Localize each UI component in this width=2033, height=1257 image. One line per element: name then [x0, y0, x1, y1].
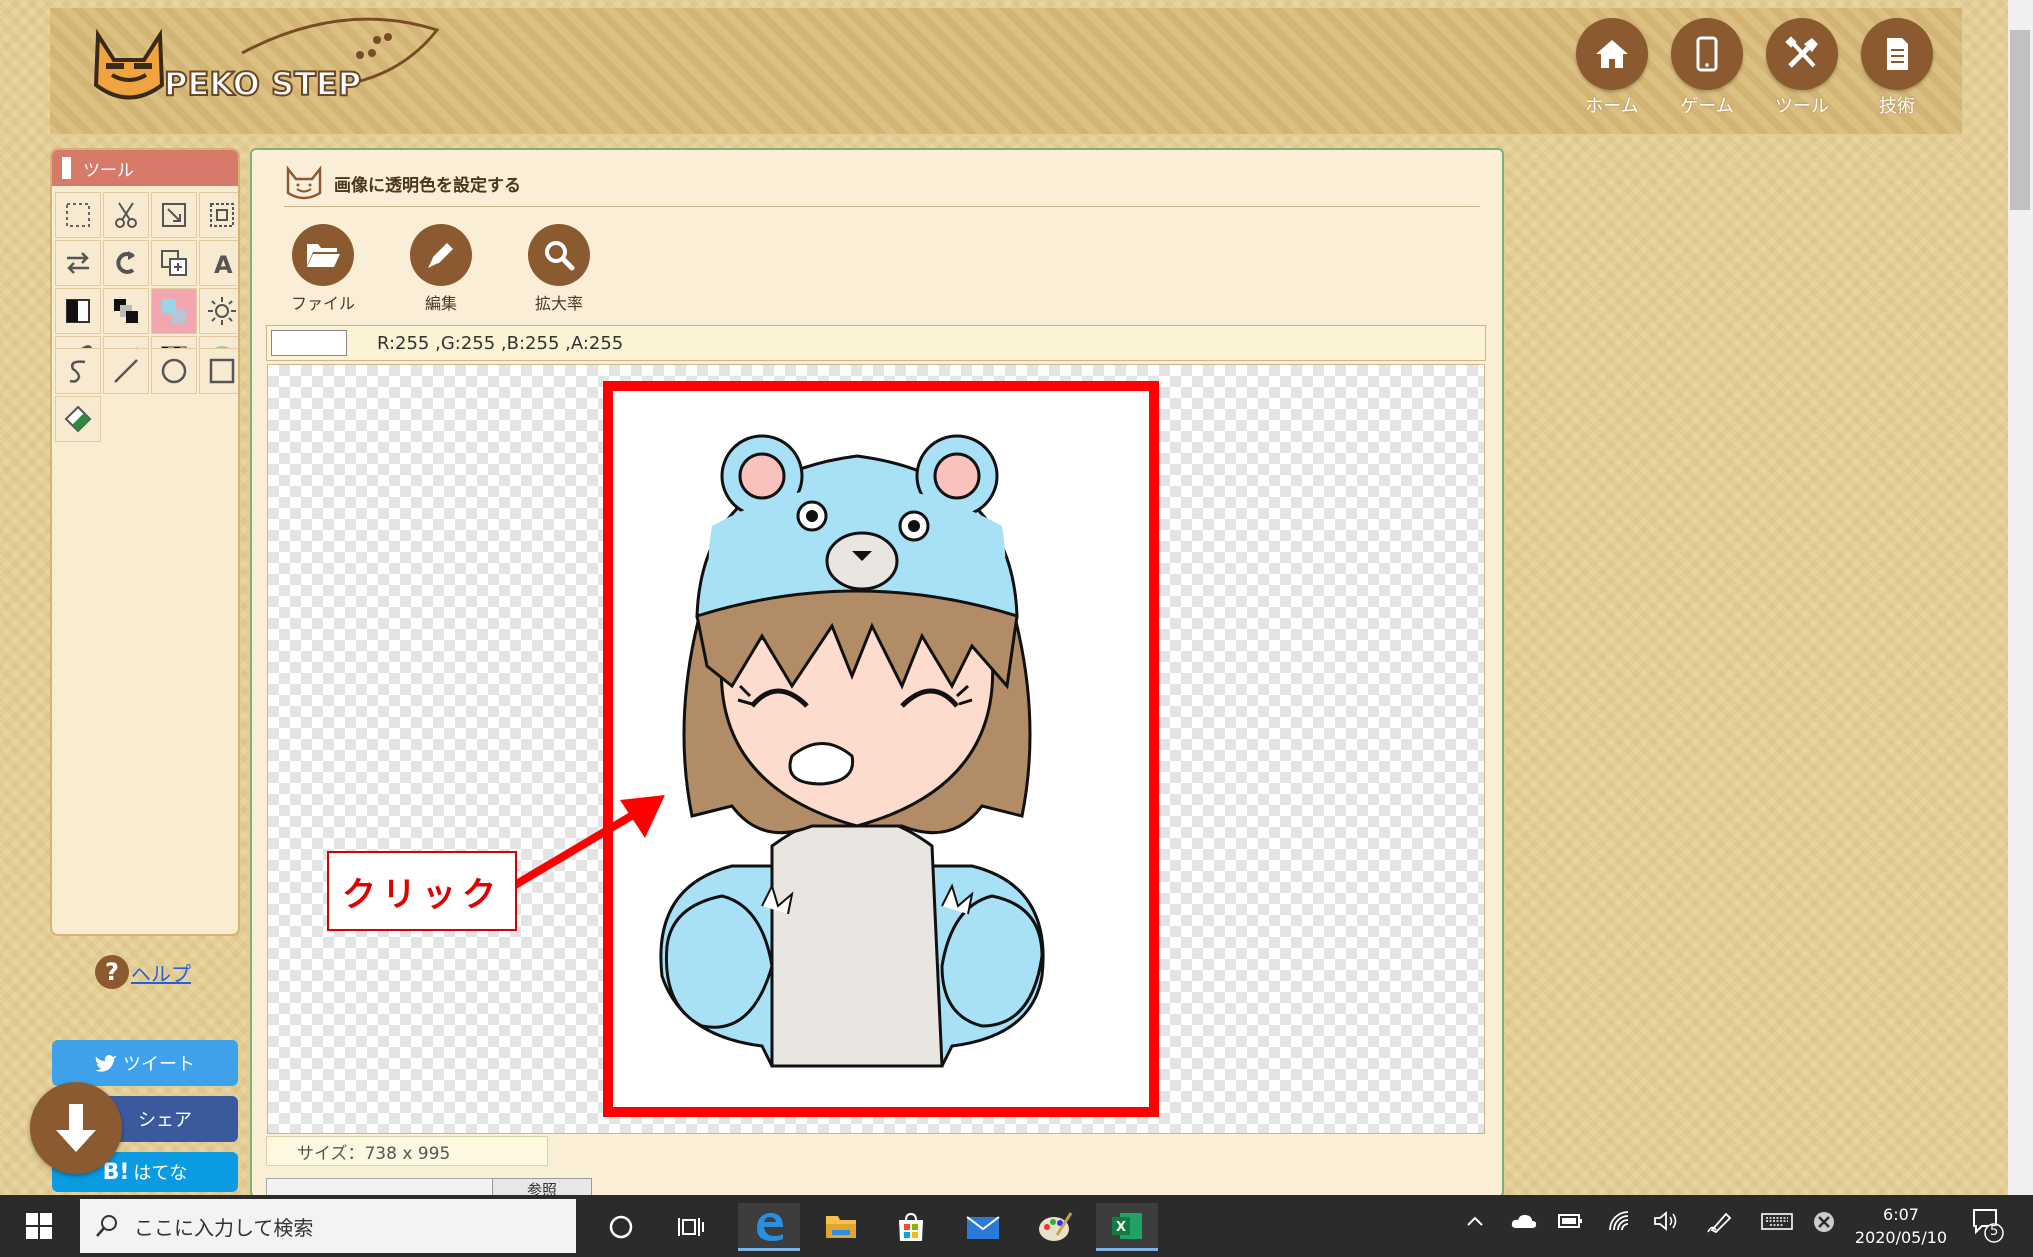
color-info-bar: R:255 ,G:255 ,B:255 ,A:255	[266, 325, 1486, 361]
paint-icon[interactable]	[1024, 1203, 1086, 1251]
file-menu-label: ファイル	[290, 294, 355, 313]
tool-panel-title: ツール	[83, 160, 134, 181]
nav-home-button[interactable]: ホーム	[1570, 18, 1654, 118]
tweet-label: ツイート	[123, 1054, 195, 1075]
document-icon	[1861, 18, 1933, 90]
brightness-icon[interactable]	[199, 288, 238, 334]
pen-icon[interactable]	[1706, 1210, 1734, 1239]
taskbar-clock[interactable]: 6:07 2020/05/10	[1846, 1203, 1956, 1249]
file-explorer-icon[interactable]	[810, 1203, 872, 1251]
text-icon[interactable]: A	[199, 240, 238, 286]
pencil-icon	[410, 224, 472, 286]
invert-icon[interactable]	[55, 288, 101, 334]
zoom-menu-label: 拡大率	[534, 294, 583, 313]
rectangle-icon[interactable]	[199, 348, 238, 394]
smartphone-icon	[1671, 18, 1743, 90]
tool-panel: ツール A	[50, 148, 240, 936]
color-swatch	[271, 330, 347, 356]
red-arrow-icon	[512, 795, 665, 889]
rotate-icon[interactable]	[103, 240, 149, 286]
nav-tech-button[interactable]: 技術	[1855, 18, 1939, 118]
click-annotation: クリック	[327, 851, 517, 931]
peko-step-logo[interactable]: PEKO STEP	[92, 15, 452, 115]
resize-icon[interactable]	[151, 192, 197, 238]
image-size-readout: サイズ：738 x 995	[266, 1136, 548, 1166]
folder-icon	[292, 224, 354, 286]
copy-layer-icon[interactable]	[151, 240, 197, 286]
page-title: 画像に透明色を設定する	[334, 175, 521, 196]
select-rect-icon[interactable]	[55, 192, 101, 238]
draw-tool-grid	[55, 348, 238, 442]
nav-label: ホーム	[1585, 96, 1639, 117]
tool-panel-header: ツール	[52, 150, 238, 186]
question-icon: ?	[95, 955, 129, 989]
twitter-bird-icon	[95, 1054, 117, 1072]
task-view-icon[interactable]	[660, 1203, 722, 1251]
highlight-box	[603, 381, 1159, 1117]
cat-icon	[286, 165, 322, 200]
hatena-logo-icon: B!	[102, 1159, 130, 1185]
clock-date: 2020/05/10	[1854, 1228, 1948, 1247]
zoom-menu-button[interactable]: 拡大率	[509, 224, 609, 314]
share-label: シェア	[138, 1110, 192, 1131]
color-readout: R:255 ,G:255 ,B:255 ,A:255	[377, 332, 624, 354]
cortana-icon[interactable]	[590, 1203, 652, 1251]
crop-icon[interactable]	[199, 192, 238, 238]
search-icon	[96, 1215, 117, 1237]
wifi-icon[interactable]	[1606, 1210, 1634, 1237]
nav-label: 技術	[1879, 96, 1915, 117]
edit-menu-button[interactable]: 編集	[391, 224, 491, 314]
tweet-button[interactable]: ツイート	[52, 1040, 238, 1086]
start-button[interactable]	[0, 1195, 78, 1257]
mail-icon[interactable]	[952, 1203, 1014, 1251]
nav-tools-button[interactable]: ツール	[1760, 18, 1844, 118]
taskbar-search[interactable]: ここに入力して検索	[80, 1199, 576, 1253]
eraser-icon[interactable]	[55, 396, 101, 442]
close-circle-icon[interactable]	[1812, 1210, 1836, 1239]
microsoft-store-icon[interactable]	[880, 1203, 942, 1251]
help-link[interactable]: ? ヘルプ	[95, 955, 191, 989]
clock-time: 6:07	[1883, 1205, 1919, 1224]
help-label[interactable]: ヘルプ	[131, 958, 191, 987]
svg-text:A: A	[214, 251, 233, 278]
onedrive-icon[interactable]	[1510, 1210, 1538, 1237]
grayscale-icon[interactable]	[103, 288, 149, 334]
freehand-icon[interactable]	[55, 348, 101, 394]
circle-icon[interactable]	[151, 348, 197, 394]
home-icon	[1576, 18, 1648, 90]
scrollbar-thumb[interactable]	[2010, 30, 2030, 210]
flip-icon[interactable]	[55, 240, 101, 286]
svg-text:PEKO STEP: PEKO STEP	[164, 65, 361, 103]
excel-icon[interactable]: X	[1096, 1203, 1158, 1251]
transparent-color-icon[interactable]	[151, 288, 197, 334]
notification-count: 5	[1990, 1224, 1999, 1239]
arrow-down-icon	[56, 1104, 96, 1152]
nav-label: ツール	[1775, 96, 1829, 117]
svg-text:X: X	[1116, 1220, 1126, 1235]
notification-center-button[interactable]: 5	[1970, 1206, 2006, 1251]
nav-game-button[interactable]: ゲーム	[1665, 18, 1749, 118]
battery-icon[interactable]	[1556, 1210, 1584, 1237]
file-menu-button[interactable]: ファイル	[273, 224, 373, 314]
nav-label: ゲーム	[1680, 96, 1734, 117]
notification-icon	[1973, 1209, 2004, 1243]
tools-icon	[1766, 18, 1838, 90]
scissors-icon[interactable]	[103, 192, 149, 238]
magnifier-icon	[528, 224, 590, 286]
edit-menu-label: 編集	[424, 294, 457, 313]
keyboard-icon[interactable]	[1760, 1210, 1794, 1237]
windows-logo-icon	[26, 1213, 52, 1239]
line-icon[interactable]	[103, 348, 149, 394]
hatena-label: はてな	[133, 1163, 188, 1184]
panel-title-bar: 画像に透明色を設定する	[284, 160, 1480, 207]
volume-icon[interactable]	[1652, 1210, 1680, 1237]
download-button[interactable]	[30, 1082, 122, 1174]
edge-browser-icon[interactable]	[738, 1203, 800, 1251]
chevron-up-icon[interactable]	[1464, 1210, 1486, 1237]
search-placeholder: ここに入力して検索	[134, 1215, 314, 1240]
tool-header-bar	[62, 157, 71, 179]
